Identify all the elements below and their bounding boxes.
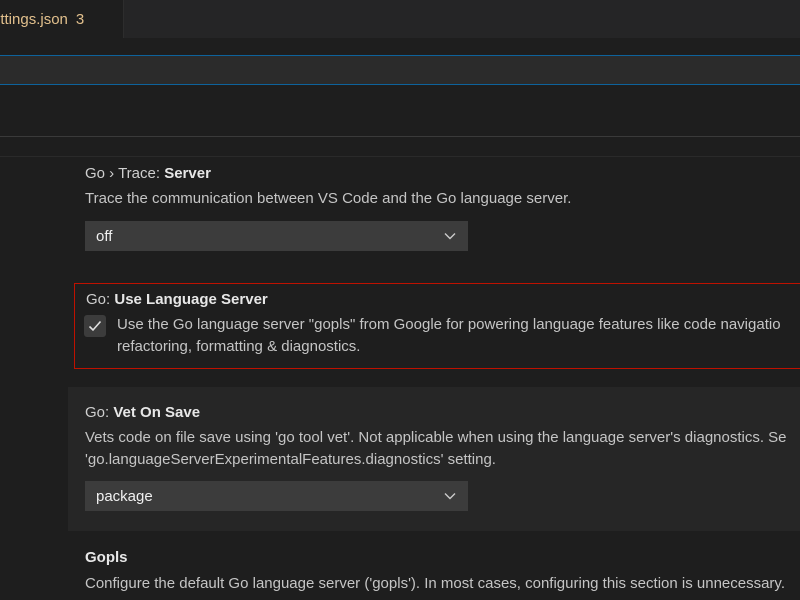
select-value: package	[96, 487, 153, 505]
trace-server-select[interactable]: off	[85, 221, 468, 251]
setting-category: Go:	[86, 291, 115, 308]
setting-gopls: Gopls Configure the default Go language …	[68, 539, 800, 600]
setting-description: Trace the communication between VS Code …	[85, 190, 572, 207]
settings-editor: ettings.json 3 Go › Trace: Server Trace …	[0, 0, 800, 600]
check-icon	[88, 320, 102, 332]
settings-header	[0, 38, 800, 136]
setting-trace-server: Go › Trace: Server Trace the communicati…	[68, 157, 800, 265]
setting-name: Use Language Server	[114, 291, 268, 308]
setting-category: Go:	[85, 404, 114, 421]
setting-name: Vet On Save	[113, 404, 201, 421]
setting-name: Server	[164, 165, 211, 182]
use-language-server-checkbox[interactable]	[84, 315, 106, 337]
tab-problems-count: 3	[75, 10, 85, 28]
editor-tab-bar: ettings.json 3	[0, 0, 800, 38]
setting-title: Go › Trace: Server	[85, 165, 211, 182]
setting-vet-on-save: Go: Vet On Save Vets code on file save u…	[68, 387, 800, 531]
setting-category: Go › Trace:	[85, 165, 165, 182]
chevron-down-icon	[444, 493, 456, 500]
setting-title: Go: Use Language Server	[86, 291, 268, 308]
chevron-down-icon	[444, 233, 456, 240]
setting-title: Go: Vet On Save	[85, 404, 200, 421]
tab-settings-json[interactable]: ettings.json 3	[0, 0, 124, 38]
setting-name: Gopls	[85, 549, 128, 566]
setting-description-line1: Use the Go language server "gopls" from …	[117, 316, 781, 333]
setting-description-line2: refactoring, formatting & diagnostics.	[117, 338, 361, 355]
settings-search-input[interactable]	[0, 55, 800, 85]
setting-description-line1: Vets code on file save using 'go tool ve…	[85, 429, 787, 446]
setting-description: Configure the default Go language server…	[85, 575, 785, 592]
setting-use-language-server: Go: Use Language Server Use the Go langu…	[74, 283, 800, 369]
vet-on-save-select[interactable]: package	[85, 481, 468, 511]
select-value: off	[96, 227, 113, 245]
setting-title: Gopls	[85, 549, 128, 566]
setting-description-line2: 'go.languageServerExperimentalFeatures.d…	[85, 451, 496, 468]
settings-list: Go › Trace: Server Trace the communicati…	[0, 156, 800, 600]
tab-label: ettings.json	[0, 10, 68, 28]
header-divider	[0, 136, 800, 137]
